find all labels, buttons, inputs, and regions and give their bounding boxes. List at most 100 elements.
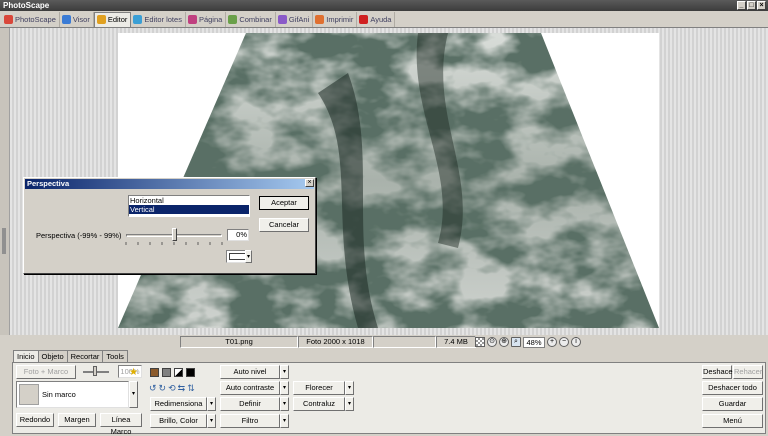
redimensiona-dropdown[interactable]: ▾ [207,397,216,411]
tab-icon [61,14,71,24]
frame-selector[interactable]: Sin marco [16,381,129,408]
filtro-button[interactable]: Filtro [220,414,280,428]
tab-icon [4,14,13,24]
app-tab-bar: PhotoScape Visor Editor Editor lotes Página C… [0,11,768,28]
zoom-in-icon[interactable]: + [547,337,557,347]
tab-icon [277,14,287,24]
tab-label: Visor [72,14,90,24]
redo-button[interactable]: Rehacer [733,365,763,379]
redondo-button[interactable]: Redondo [16,413,54,427]
tab-label: Página [198,14,223,24]
florecer-dropdown[interactable]: ▾ [345,381,354,395]
frame-thumbnail [19,384,39,405]
cancel-button[interactable]: Cancelar [259,218,309,232]
direction-listbox[interactable]: Horizontal Vertical [128,195,250,217]
tab-label: Editor lotes [144,14,182,24]
tab-icon [359,14,369,24]
collapse-handle[interactable] [2,228,6,254]
tab-visor[interactable]: Visor [60,11,94,27]
undo-all-button[interactable]: Deshacer todo [702,381,763,395]
redimensiona-button[interactable]: Redimensiona [150,397,207,411]
list-item-vertical[interactable]: Vertical [129,205,249,214]
foto-marco-button[interactable]: Foto + Marco [16,365,76,379]
definir-button[interactable]: Definir [220,397,280,411]
flip-horizontal-icon[interactable]: ⇆ [178,383,186,394]
slider-value-field[interactable]: 0% [227,229,249,241]
flip-vertical-icon[interactable]: ⇅ [187,383,195,394]
tab-label: PhotoScape [15,14,56,24]
zoom-level: 48% [523,336,545,348]
effect-icons-row [150,368,195,377]
tab-página[interactable]: Página [186,11,227,27]
window-controls: _ □ × [737,1,766,10]
frame-name: Sin marco [42,390,76,399]
zoom-out-icon[interactable]: − [559,337,569,347]
save-button[interactable]: Guardar [702,397,763,411]
left-collapse-strip[interactable] [0,28,10,335]
rotate-icons-row: ↺ ↻ ⟲ ⇆ ⇅ [149,383,195,394]
auto-nivel-dropdown[interactable]: ▾ [280,365,289,379]
tab-tools[interactable]: Tools [102,350,128,362]
linea-marco-button[interactable]: Línea Marco [100,413,142,436]
color-dropdown-button[interactable]: ▾ [245,250,252,263]
accept-button[interactable]: Aceptar [259,196,309,210]
tab-gifani[interactable]: GifAni [276,11,314,27]
auto-contraste-button[interactable]: Auto contraste [220,381,280,395]
maximize-button[interactable]: □ [747,1,756,10]
auto-nivel-button[interactable]: Auto nivel [220,365,280,379]
app-title: PhotoScape [3,1,50,10]
favorite-star-icon[interactable]: ★ [129,367,138,378]
transparency-icon[interactable] [475,337,485,347]
filtro-dropdown[interactable]: ▾ [280,414,289,428]
zoom-window-icon[interactable]: ⌕ [511,337,521,347]
zoom-fit-icon[interactable]: ⊙ [487,337,497,347]
undo-button[interactable]: Deshacer [702,365,735,379]
close-button[interactable]: × [757,1,766,10]
margen-button[interactable]: Margen [58,413,96,427]
tab-photoscape[interactable]: PhotoScape [2,11,60,27]
florecer-button[interactable]: Florecer [293,381,345,395]
dialog-close-button[interactable]: × [305,179,314,187]
tab-imprimir[interactable]: Imprimir [313,11,358,27]
auto-contraste-dropdown[interactable]: ▾ [280,381,289,395]
panel-tabs: Inicio Objeto Recortar Tools [13,350,128,362]
sepia-icon[interactable] [150,368,159,377]
minimize-button[interactable]: _ [737,1,746,10]
tab-objeto[interactable]: Objeto [37,350,68,362]
rotate-180-icon[interactable]: ⟲ [168,383,176,394]
brillo-color-button[interactable]: Brillo, Color [150,414,207,428]
slider-ticks [125,242,223,245]
tab-editor[interactable]: Editor [93,11,132,27]
zoom-controls: ⊙ ⊕ ⌕ 48% + − i [475,336,581,348]
tab-label: GifAni [288,14,310,24]
tab-ayuda[interactable]: Ayuda [357,11,396,27]
brillo-color-dropdown[interactable]: ▾ [207,414,216,428]
tab-icon [187,14,197,24]
menu-button[interactable]: Menú [702,414,763,428]
rotate-left-icon[interactable]: ↺ [149,383,157,394]
contraluz-dropdown[interactable]: ▾ [345,397,354,411]
list-item-horizontal[interactable]: Horizontal [129,196,249,205]
frame-size-thumb[interactable] [93,366,97,376]
contraluz-button[interactable]: Contraluz [293,397,345,411]
status-filename: T01.png [180,336,298,348]
negative-icon[interactable] [186,368,195,377]
grayscale-icon[interactable] [162,368,171,377]
tab-inicio[interactable]: Inicio [13,350,39,362]
definir-dropdown[interactable]: ▾ [280,397,289,411]
tab-combinar[interactable]: Combinar [226,11,276,27]
tab-label: Combinar [239,14,272,24]
perspective-slider-thumb[interactable] [172,228,177,241]
bw-icon[interactable] [174,368,183,377]
tab-recortar[interactable]: Recortar [66,350,104,362]
status-spacer [373,336,436,348]
rotate-right-icon[interactable]: ↻ [159,383,167,394]
perspective-dialog: Perspectiva × Horizontal Vertical Acepta… [23,177,316,274]
tab-label: Imprimir [326,14,354,24]
slider-label: Perspectiva (-99% - 99%) [36,231,122,240]
frame-dropdown-button[interactable]: ▾ [129,381,138,408]
zoom-actual-icon[interactable]: ⊕ [499,337,509,347]
tab-icon [228,14,238,24]
tab-editor-lotes[interactable]: Editor lotes [131,11,186,27]
info-icon[interactable]: i [571,337,581,347]
